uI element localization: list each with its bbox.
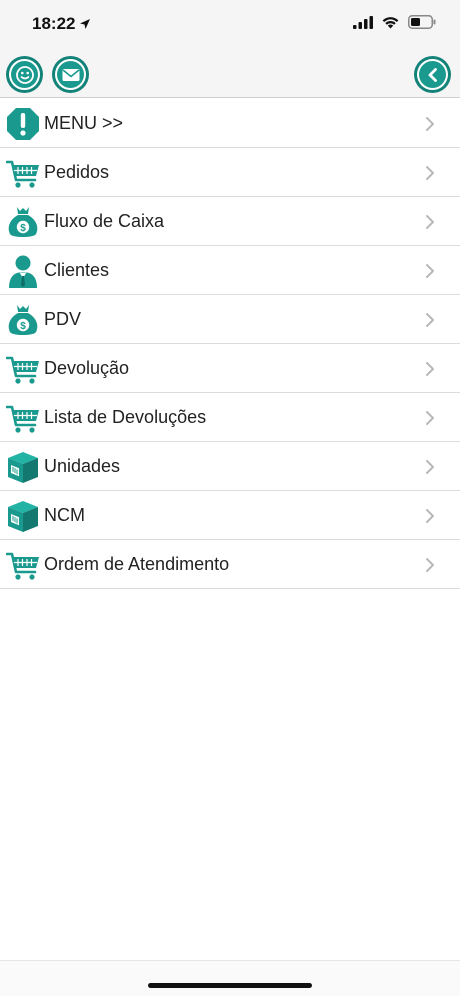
box-icon <box>8 501 38 532</box>
chevron-right-icon <box>426 509 434 523</box>
menu-item-unidades[interactable]: Unidades <box>0 442 460 491</box>
status-time: 18:22 <box>32 14 76 33</box>
menu-item-ordem-de-atendimento[interactable]: Ordem de Atendimento <box>0 540 460 589</box>
location-arrow-icon <box>80 19 91 29</box>
toolbar <box>0 50 460 98</box>
menu-item-label: Lista de Devoluções <box>44 407 207 427</box>
status-icons <box>353 15 436 29</box>
menu-item-ncm[interactable]: NCM <box>0 491 460 540</box>
menu-list: MENU >> Pedidos $ Fluxo de Caixa Cliente… <box>0 99 460 589</box>
shopping-cart-icon <box>6 356 39 384</box>
menu-item-label: NCM <box>44 505 85 525</box>
alert-octagon-icon <box>7 108 39 140</box>
menu-item-pdv[interactable]: $ PDV <box>0 295 460 344</box>
chevron-right-icon <box>426 166 434 180</box>
menu-item-devolucao[interactable]: Devolução <box>0 344 460 393</box>
status-bar: 18:22 <box>0 0 460 50</box>
menu-item-label: PDV <box>44 309 82 329</box>
mail-icon <box>61 68 80 81</box>
smiley-icon <box>15 65 34 84</box>
menu-item-label: Fluxo de Caixa <box>44 211 165 231</box>
chevron-right-icon <box>426 362 434 376</box>
smiley-button[interactable] <box>9 59 40 90</box>
money-bag-icon: $ <box>8 305 38 335</box>
chevron-right-icon <box>426 117 434 131</box>
menu-item-fluxo-de-caixa[interactable]: $ Fluxo de Caixa <box>0 197 460 246</box>
menu-item-label: MENU >> <box>44 113 124 133</box>
money-bag-icon: $ <box>8 207 38 237</box>
battery-icon <box>408 15 436 29</box>
chevron-right-icon <box>426 411 434 425</box>
menu-item-label: Clientes <box>44 260 110 280</box>
mail-button[interactable] <box>55 59 86 90</box>
home-indicator[interactable] <box>148 983 312 988</box>
wifi-icon <box>382 17 399 29</box>
app-screen: 18:22 MENU >> Pedidos $ Fluxo de Caixa C… <box>0 0 460 996</box>
signal-icon <box>353 15 373 29</box>
chevron-right-icon <box>426 558 434 572</box>
chevron-right-icon <box>426 215 434 229</box>
shopping-cart-icon <box>6 552 39 580</box>
menu-item-label: Devolução <box>44 358 130 378</box>
box-icon <box>8 452 38 483</box>
menu-item-pedidos[interactable]: Pedidos <box>0 148 460 197</box>
svg-text:$: $ <box>20 223 26 234</box>
shopping-cart-icon <box>6 160 39 188</box>
status-time-group: 18:22 <box>32 14 91 34</box>
back-chevron-icon <box>428 67 437 82</box>
home-indicator-area <box>0 960 460 996</box>
back-button[interactable] <box>417 59 448 90</box>
shopping-cart-icon <box>6 405 39 433</box>
chevron-right-icon <box>426 264 434 278</box>
chevron-right-icon <box>426 460 434 474</box>
person-icon <box>9 255 37 288</box>
menu-item-menu[interactable]: MENU >> <box>0 99 460 148</box>
menu-item-clientes[interactable]: Clientes <box>0 246 460 295</box>
menu-item-lista-de-devolucoes[interactable]: Lista de Devoluções <box>0 393 460 442</box>
svg-text:$: $ <box>20 321 26 332</box>
menu-item-label: Unidades <box>44 456 121 476</box>
menu-item-label: Ordem de Atendimento <box>44 554 230 574</box>
menu-item-label: Pedidos <box>44 162 110 182</box>
chevron-right-icon <box>426 313 434 327</box>
